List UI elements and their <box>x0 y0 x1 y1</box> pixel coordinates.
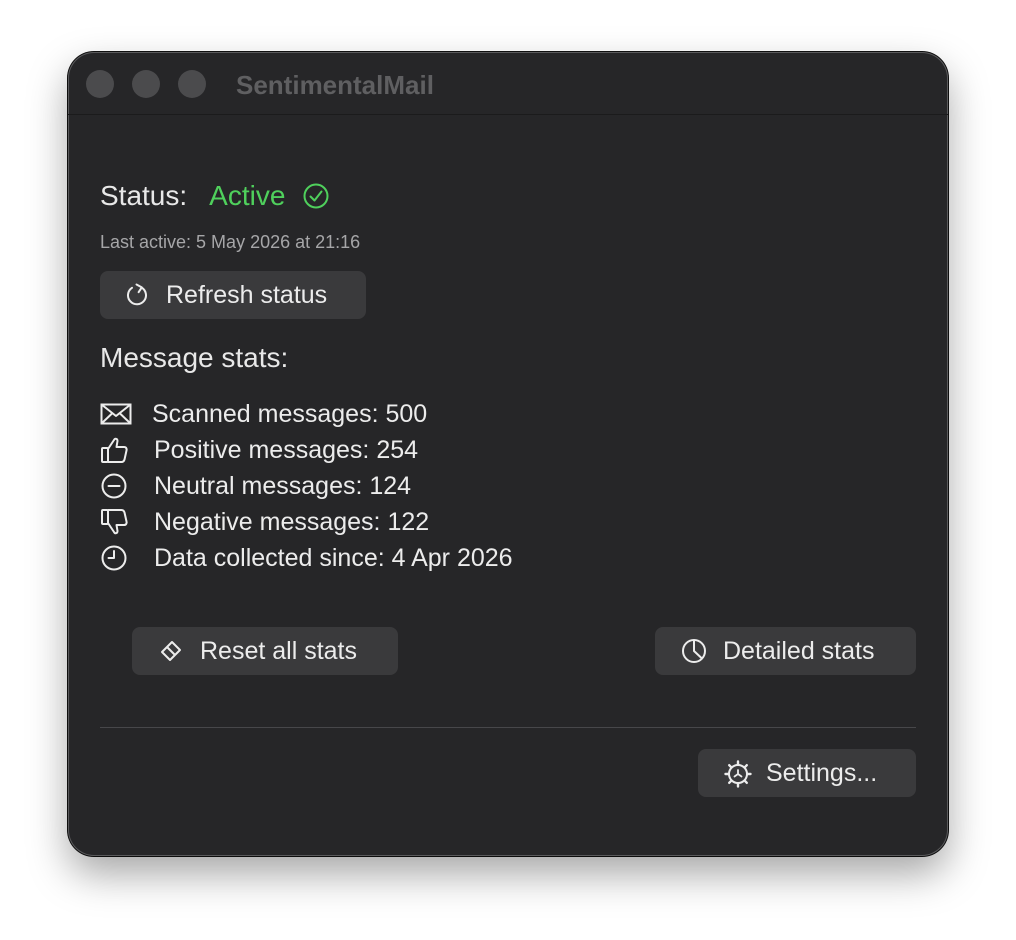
window-title: SentimentalMail <box>236 70 434 100</box>
stat-scanned-text: Scanned messages: 500 <box>152 399 428 428</box>
reset-all-stats-button[interactable]: Reset all stats <box>132 627 398 675</box>
stat-row-negative: Negative messages: 122 <box>100 504 800 540</box>
stat-row-positive: Positive messages: 254 <box>100 432 800 468</box>
stat-row-scanned: Scanned messages: 500 <box>100 396 800 432</box>
stat-neutral-text: Neutral messages: 124 <box>154 471 412 500</box>
detailed-stats-button[interactable]: Detailed stats <box>655 627 916 675</box>
settings-label: Settings... <box>766 758 878 787</box>
thumbs-up-icon <box>100 436 132 464</box>
checkmark-circle-icon <box>303 183 329 209</box>
stat-row-collected-since: Data collected since: 4 Apr 2026 <box>100 540 800 576</box>
stat-positive-text: Positive messages: 254 <box>154 435 419 464</box>
refresh-status-label: Refresh status <box>166 280 328 309</box>
divider <box>100 727 916 728</box>
message-stats-list: Scanned messages: 500 Positive messages:… <box>100 396 800 576</box>
title-bar: SentimentalMail <box>68 52 948 115</box>
stat-collected-since-text: Data collected since: 4 Apr 2026 <box>154 543 513 572</box>
refresh-status-button[interactable]: Refresh status <box>100 271 366 319</box>
message-stats-title: Message stats: <box>100 342 289 373</box>
detailed-stats-label: Detailed stats <box>723 636 875 665</box>
pie-chart-icon <box>681 638 707 664</box>
gear-icon <box>724 760 752 788</box>
thumbs-down-icon <box>100 508 132 536</box>
status-value: Active <box>209 180 286 211</box>
settings-button[interactable]: Settings... <box>698 749 916 797</box>
stat-row-neutral: Neutral messages: 124 <box>100 468 800 504</box>
zoom-window-button[interactable] <box>178 70 206 98</box>
refresh-icon <box>124 282 150 308</box>
status-label: Status: <box>100 180 188 211</box>
minus-circle-icon <box>100 472 132 500</box>
stat-negative-text: Negative messages: 122 <box>154 507 430 536</box>
last-active-text: Last active: 5 May 2026 at 21:16 <box>100 232 361 252</box>
app-window: SentimentalMail Status: Active Last acti… <box>68 52 948 856</box>
reset-all-stats-label: Reset all stats <box>200 636 358 665</box>
close-window-button[interactable] <box>86 70 114 98</box>
envelope-icon <box>100 400 132 428</box>
minimize-window-button[interactable] <box>132 70 160 98</box>
status-row: Status: Active <box>100 176 329 216</box>
eraser-icon <box>158 638 184 664</box>
clock-icon <box>100 544 132 572</box>
